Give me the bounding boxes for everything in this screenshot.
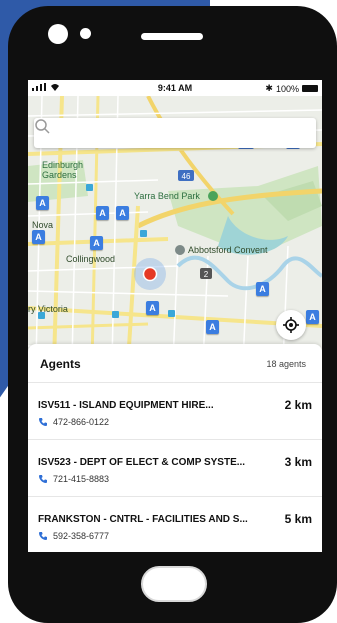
agent-map-pin-icon[interactable]: A [306,310,319,324]
agent-map-pin-icon[interactable]: A [206,320,219,334]
agent-phone-link[interactable]: 721-415-8883 [38,474,109,484]
agent-list-item[interactable]: ISV523 - DEPT OF ELECT & COMP SYSTE... 3… [28,440,322,497]
agent-phone: 472-866-0122 [53,417,110,427]
status-right: ✱ 100% [265,83,318,94]
park-marker-icon [208,191,218,201]
svg-text:46: 46 [182,172,191,181]
agents-panel: Agents 18 agents ISV511 - ISLAND EQUIPME… [28,344,322,552]
agent-phone: 592-358-6777 [53,531,110,541]
poi-marker-icon [175,245,185,255]
agent-distance: 5 km [284,512,312,526]
battery-percent: 100% [275,83,299,94]
route-badge-2: 2 [200,268,212,279]
agents-count: 18 agents [266,359,306,369]
agent-map-pin-icon[interactable]: A [90,236,103,250]
agent-list-item[interactable]: FRANKSTON - CNTRL - FACILITIES AND S... … [28,497,322,552]
phone-icon [39,532,47,540]
agents-panel-header: Agents 18 agents [28,344,322,383]
map-label-collingwood: Collingwood [66,254,116,264]
sensor [80,28,91,39]
agent-phone: 721-415-8883 [53,474,110,484]
app-screen: 9:41 AM ✱ 100% 46 2 A A A A A A A A A Ed… [28,80,322,552]
agent-phone-link[interactable]: 472-866-0122 [38,417,109,427]
phone-icon [39,418,47,426]
phone-icon [39,475,47,483]
agent-map-pin-icon[interactable]: A [96,206,109,220]
agent-map-pin-icon[interactable]: A [256,282,269,296]
agents-panel-title: Agents [40,357,81,371]
agent-map-pin-icon[interactable]: A [36,196,49,210]
route-badge-46-b: 46 [178,170,194,181]
agent-list-item[interactable]: ISV511 - ISLAND EQUIPMENT HIRE... 2 km 4… [28,383,322,440]
map-label-ry-victoria: ry Victoria [28,304,68,314]
crosshair-icon [283,317,299,333]
map-label-nova: Nova [32,220,54,230]
status-bar: 9:41 AM ✱ 100% [28,80,322,96]
map-view[interactable]: 46 21 46 2 [28,96,322,362]
agent-phone-link[interactable]: 592-358-6777 [38,531,109,541]
agent-map-pin-icon[interactable]: A [32,230,45,244]
my-location-button[interactable] [276,310,306,340]
front-camera [48,24,68,44]
home-button[interactable] [141,566,207,602]
map-label-edinburgh-gardens: Edinburgh Gardens [42,160,84,180]
agent-name: FRANKSTON - CNTRL - FACILITIES AND S... [38,514,248,525]
map-label-abbotsford-convent: Abbotsford Convent [188,245,268,255]
map-label-yarra-bend-park: Yarra Bend Park [134,191,200,201]
agent-name: ISV511 - ISLAND EQUIPMENT HIRE... [38,400,214,411]
svg-text:2: 2 [204,270,209,279]
agent-distance: 3 km [284,455,312,469]
agent-map-pin-icon[interactable]: A [146,301,159,315]
bluetooth-icon: ✱ [265,83,273,93]
agent-name: ISV523 - DEPT OF ELECT & COMP SYSTE... [38,457,246,468]
search-input[interactable] [34,118,274,148]
battery-icon [302,85,318,92]
search-icon[interactable] [34,118,50,134]
agent-map-pin-icon[interactable]: A [116,206,129,220]
search-bar[interactable] [34,118,316,148]
earpiece-speaker [141,33,203,40]
current-location-dot [142,266,158,282]
agent-distance: 2 km [284,398,312,412]
